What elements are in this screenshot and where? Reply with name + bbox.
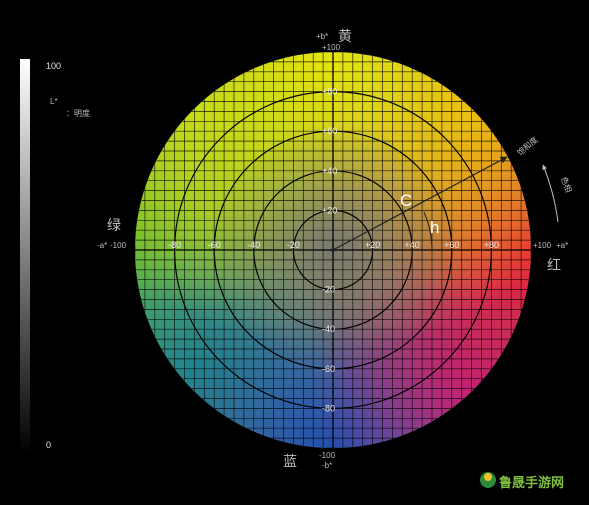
top-axis-value: +100 — [322, 43, 341, 52]
watermark-text: 鲁晟手游网 — [499, 475, 564, 490]
b-tick-label: +80 — [322, 87, 337, 97]
top-color-name: 黄 — [338, 28, 352, 44]
left-axis-value: -100 — [110, 241, 127, 250]
b-tick-label: -80 — [322, 403, 335, 413]
top-axis-name: +b* — [316, 32, 328, 41]
a-tick-label: -60 — [208, 240, 221, 250]
right-axis-name: +a* — [556, 241, 568, 250]
lightness-bottom-value: 0 — [46, 440, 51, 450]
hue-symbol: h — [430, 218, 439, 237]
hue-direction-arc — [542, 164, 559, 223]
b-tick-label: -60 — [322, 364, 335, 374]
b-tick-label: +20 — [322, 205, 337, 215]
hue-label: 色相 — [559, 175, 574, 193]
a-tick-label: -40 — [247, 240, 260, 250]
bottom-axis-value: -100 — [319, 451, 336, 460]
chroma-label: 饱和度 — [515, 134, 540, 157]
b-tick-label: +40 — [322, 166, 337, 176]
bottom-color-name: 蓝 — [283, 453, 297, 469]
chroma-symbol: C — [400, 191, 412, 210]
right-axis-value: +100 — [533, 241, 552, 250]
b-tick-label: -40 — [322, 324, 335, 334]
bottom-axis-name: -b* — [322, 461, 332, 470]
a-tick-label: +60 — [444, 240, 459, 250]
b-tick-label: -20 — [322, 285, 335, 295]
a-tick-label: -20 — [287, 240, 300, 250]
b-tick-label: +60 — [322, 126, 337, 136]
lightness-symbol: L* — [50, 97, 58, 106]
lightness-gradient — [20, 59, 30, 454]
a-tick-label: -80 — [168, 240, 181, 250]
origin-dot — [331, 248, 335, 252]
lightness-label: ：明度 — [66, 108, 90, 118]
watermark-logo: 鲁晟手游网 — [480, 472, 564, 490]
a-tick-label: +40 — [405, 240, 420, 250]
a-tick-label: +20 — [365, 240, 380, 250]
cielab-color-diagram: 100 0 L* ：明度 -80 -60 -40 -20 +20 +40 +60 +80 +8… — [20, 28, 574, 490]
lightness-bar: 100 0 L* ：明度 — [20, 59, 90, 454]
a-tick-label: +80 — [484, 240, 499, 250]
left-axis-name: -a* — [97, 241, 107, 250]
lightness-top-value: 100 — [46, 61, 61, 71]
left-color-name: 绿 — [107, 217, 121, 233]
right-color-name: 红 — [547, 257, 561, 273]
